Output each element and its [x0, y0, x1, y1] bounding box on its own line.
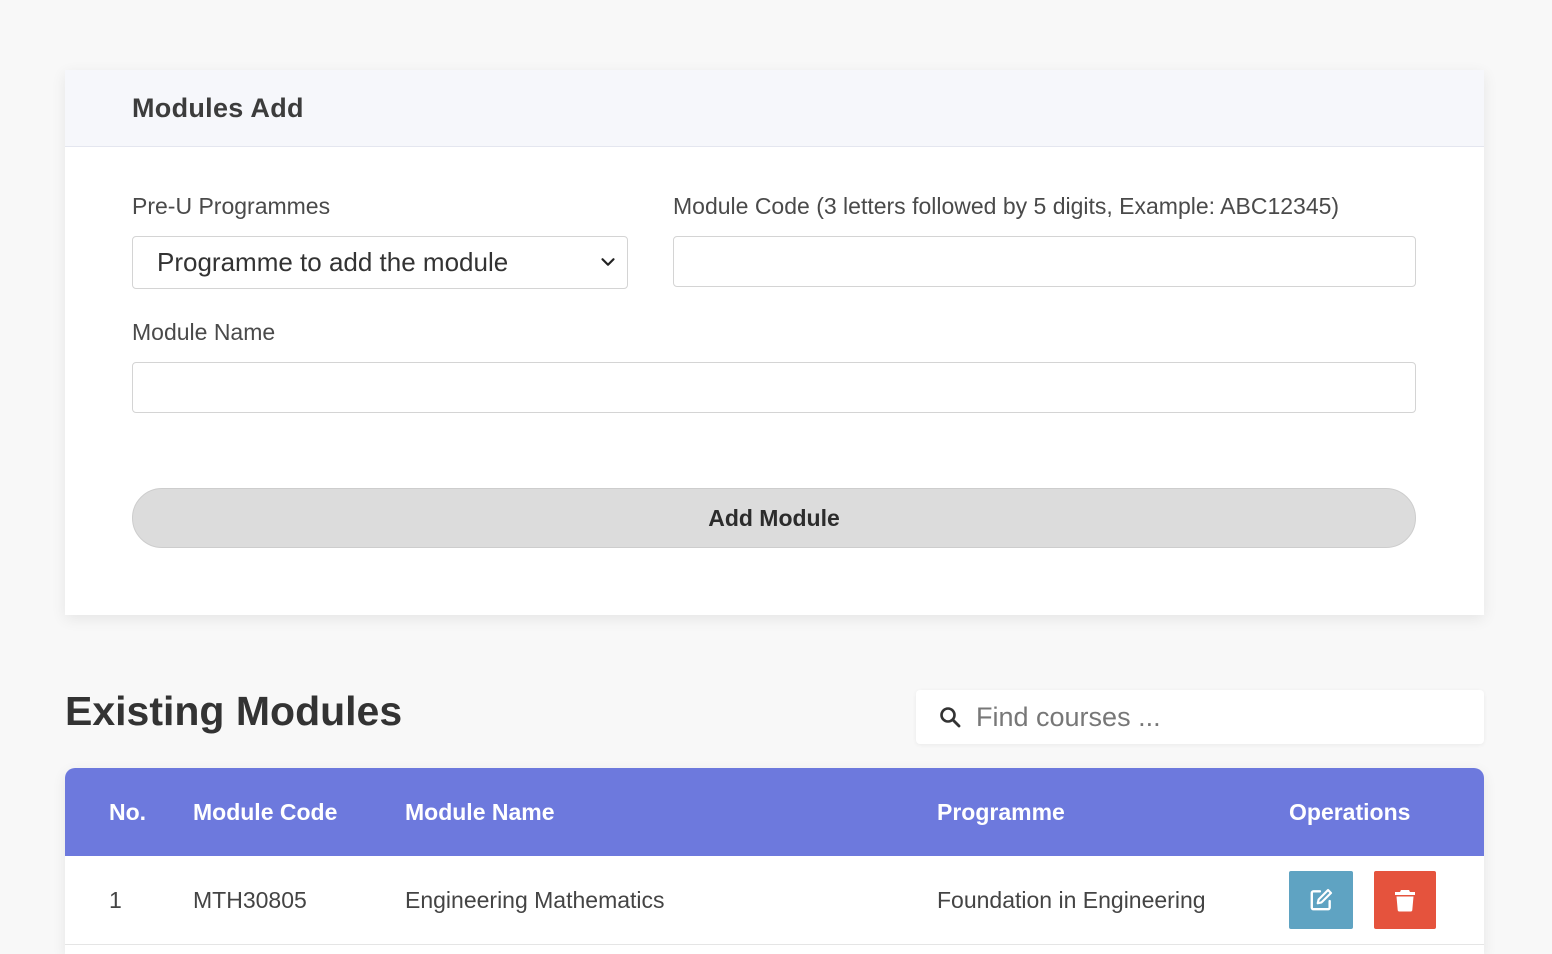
card-title: Modules Add — [132, 92, 304, 123]
programme-select-value: Programme to add the module — [157, 247, 509, 277]
module-code-input[interactable] — [673, 236, 1416, 287]
modules-table: No. Module Code Module Name Programme Op… — [65, 768, 1484, 954]
module-name-input[interactable] — [132, 362, 1416, 413]
module-name-label: Module Name — [132, 319, 276, 345]
table-row: 1 MTH30805 Engineering Mathematics Found… — [65, 856, 1484, 945]
existing-modules-title: Existing Modules — [65, 688, 403, 734]
page: Modules Add Pre-U Programmes Programme t… — [0, 0, 1552, 954]
delete-button[interactable] — [1374, 871, 1436, 929]
search-icon — [940, 707, 961, 728]
column-header-no: No. — [109, 799, 147, 825]
edit-button[interactable] — [1289, 871, 1353, 929]
column-header-module-name: Module Name — [405, 799, 555, 825]
chevron-down-icon — [601, 258, 615, 266]
programme-select[interactable]: Programme to add the module — [132, 236, 628, 289]
cell-no: 1 — [109, 887, 122, 913]
column-header-module-code: Module Code — [193, 799, 338, 825]
column-header-operations: Operations — [1289, 799, 1411, 825]
search-input[interactable]: Find courses ... — [916, 690, 1484, 744]
column-header-programme: Programme — [937, 799, 1065, 825]
module-code-label: Module Code (3 letters followed by 5 dig… — [673, 193, 1340, 219]
programme-label: Pre-U Programmes — [132, 193, 331, 219]
cell-module-code: MTH30805 — [193, 887, 307, 913]
trash-icon — [1395, 890, 1415, 912]
edit-icon — [1310, 888, 1333, 911]
cell-module-name: Engineering Mathematics — [405, 887, 665, 913]
card-header: Modules Add — [65, 70, 1484, 147]
modules-add-card: Modules Add Pre-U Programmes Programme t… — [65, 70, 1484, 615]
search-placeholder: Find courses ... — [976, 701, 1161, 732]
add-module-button[interactable]: Add Module — [132, 488, 1416, 548]
table-header: No. Module Code Module Name Programme Op… — [65, 768, 1484, 856]
cell-programme: Foundation in Engineering — [937, 887, 1206, 913]
